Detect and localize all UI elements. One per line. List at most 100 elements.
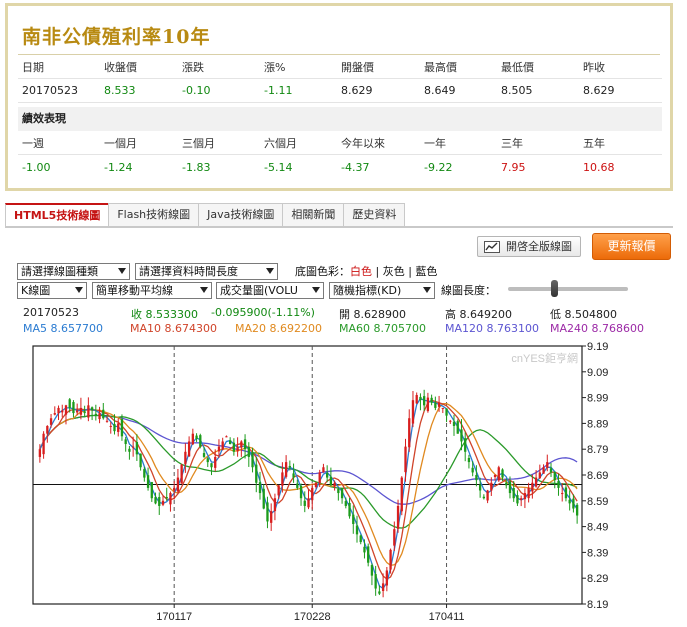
candle-body bbox=[284, 462, 288, 477]
tab-html5-chart[interactable]: HTML5技術線圖 bbox=[5, 203, 110, 226]
y-tick-label: 8.49 bbox=[587, 522, 608, 534]
perf-value-1w: -1.00 bbox=[22, 160, 51, 174]
perf-value-1y: -9.22 bbox=[424, 160, 453, 174]
performance-header-row: 一週 一個月 三個月 六個月 今年以來 一年 三年 五年 bbox=[18, 131, 662, 155]
candle-body bbox=[318, 472, 321, 483]
period-select[interactable]: 請選擇資料時間長度 bbox=[135, 263, 278, 280]
tab-flash-chart[interactable]: Flash技術線圖 bbox=[108, 203, 200, 226]
info-ma5: MA5 8.657700 bbox=[23, 322, 103, 335]
info-open: 開 8.628900 bbox=[339, 308, 406, 321]
volume-select[interactable]: 成交量圖(VOLU bbox=[216, 282, 324, 299]
candlestick-chart[interactable]: 9.19 9.09 8.99 8.89 8.79 8.69 8.59 8.49 8.39 8.29… bbox=[0, 338, 687, 627]
value-prev-close: 8.629 bbox=[583, 84, 615, 97]
y-axis: 9.19 9.09 8.99 8.89 8.79 8.69 8.59 8.49 8.39 8.29… bbox=[582, 341, 608, 611]
info-ma10: MA10 8.674300 bbox=[130, 322, 217, 335]
candle-body bbox=[296, 483, 299, 488]
perf-header-3m: 三個月 bbox=[182, 136, 215, 150]
candle-body bbox=[105, 420, 109, 422]
tab-history-data[interactable]: 歷史資料 bbox=[343, 203, 406, 226]
candle-body bbox=[161, 500, 165, 505]
chart-type-select[interactable]: 請選擇線圖種類 bbox=[17, 263, 130, 280]
candle-body bbox=[128, 448, 131, 452]
chart-length-slider-track[interactable] bbox=[508, 287, 628, 291]
candle-body bbox=[557, 481, 560, 488]
tab-java-chart[interactable]: Java技術線圖 bbox=[198, 203, 284, 226]
bg-blue-option[interactable]: 藍色 bbox=[415, 265, 437, 278]
perf-header-3y: 三年 bbox=[501, 136, 523, 150]
perf-value-3m: -1.83 bbox=[182, 160, 211, 174]
candle-body bbox=[475, 475, 478, 481]
perf-value-ytd: -4.37 bbox=[341, 160, 370, 174]
candle-body bbox=[322, 467, 325, 473]
candle-body bbox=[154, 497, 157, 504]
candle-body bbox=[538, 472, 541, 479]
chart-icon bbox=[484, 241, 500, 253]
value-date: 20170523 bbox=[22, 84, 78, 97]
value-change: -0.10 bbox=[182, 84, 211, 97]
candle-body bbox=[333, 482, 336, 487]
perf-header-5y: 五年 bbox=[583, 136, 605, 150]
perf-header-1m: 一個月 bbox=[104, 136, 137, 150]
kline-select[interactable]: K線圖 bbox=[17, 282, 87, 299]
candle-body bbox=[299, 485, 303, 499]
candle-body bbox=[68, 399, 71, 408]
candle-body bbox=[83, 411, 86, 414]
candle-body bbox=[408, 418, 411, 448]
candle-body bbox=[478, 484, 482, 491]
bg-white-option[interactable]: 白色 bbox=[350, 265, 372, 278]
candle-body bbox=[370, 565, 374, 576]
candle-body bbox=[143, 469, 146, 478]
indicator-select[interactable]: 隨機指標(KD) bbox=[329, 282, 435, 299]
candle-body bbox=[288, 465, 292, 468]
value-high: 8.649 bbox=[424, 84, 456, 97]
candle-body bbox=[180, 464, 183, 484]
candle-body bbox=[546, 462, 549, 468]
candle-body bbox=[199, 435, 202, 447]
candle-body bbox=[527, 487, 530, 499]
candle-body bbox=[225, 436, 228, 438]
tab-related-news[interactable]: 相關新聞 bbox=[282, 203, 345, 226]
candle-body bbox=[243, 439, 247, 450]
update-quote-button[interactable]: 更新報價 bbox=[592, 233, 671, 260]
candle-body bbox=[184, 451, 187, 465]
candle-body bbox=[411, 400, 415, 424]
value-close: 8.533 bbox=[104, 84, 136, 97]
candle-body bbox=[575, 504, 579, 516]
chevron-down-icon bbox=[200, 287, 208, 293]
y-tick-label: 8.29 bbox=[587, 573, 608, 585]
header-prev-close: 昨收 bbox=[583, 60, 605, 74]
candle-body bbox=[139, 453, 142, 468]
header-close: 收盤價 bbox=[104, 60, 137, 74]
moving-average-select[interactable]: 簡單移動平均線 bbox=[92, 282, 212, 299]
candle-body bbox=[158, 497, 161, 506]
watermark: cnYES鉅亨網 bbox=[511, 351, 578, 365]
candle-body bbox=[508, 481, 512, 494]
candle-body bbox=[564, 487, 568, 499]
candle-body bbox=[87, 405, 90, 418]
chevron-down-icon bbox=[266, 268, 274, 274]
candle-body bbox=[348, 502, 351, 517]
y-tick-label: 8.99 bbox=[587, 393, 608, 405]
performance-value-row: -1.00 -1.24 -1.83 -5.14 -4.37 -9.22 7.95… bbox=[18, 155, 662, 179]
candle-body bbox=[165, 497, 168, 499]
candle-body bbox=[57, 407, 60, 414]
candle-body bbox=[307, 498, 310, 508]
open-fullscreen-chart-button[interactable]: 開啓全版線圖 bbox=[477, 236, 581, 257]
separator: | bbox=[375, 265, 380, 278]
candle-body bbox=[464, 438, 467, 452]
y-tick-label: 8.19 bbox=[587, 599, 608, 611]
chart-length-slider-handle[interactable] bbox=[551, 280, 558, 297]
bg-gray-option[interactable]: 灰色 bbox=[383, 265, 405, 278]
candle-body bbox=[124, 439, 127, 445]
candle-body bbox=[359, 535, 362, 543]
open-fullscreen-chart-label: 開啓全版線圖 bbox=[506, 240, 572, 253]
candle-body bbox=[329, 476, 333, 486]
info-ma240: MA240 8.768600 bbox=[550, 322, 644, 335]
candle-body bbox=[109, 425, 112, 427]
perf-value-3y: 7.95 bbox=[501, 160, 526, 174]
candle-body bbox=[520, 498, 523, 500]
background-color-options: 底圖色彩：白色 | 灰色 | 藍色 bbox=[295, 263, 437, 280]
candle-body bbox=[460, 429, 463, 442]
y-tick-label: 8.89 bbox=[587, 418, 608, 430]
candle-body bbox=[314, 482, 318, 488]
